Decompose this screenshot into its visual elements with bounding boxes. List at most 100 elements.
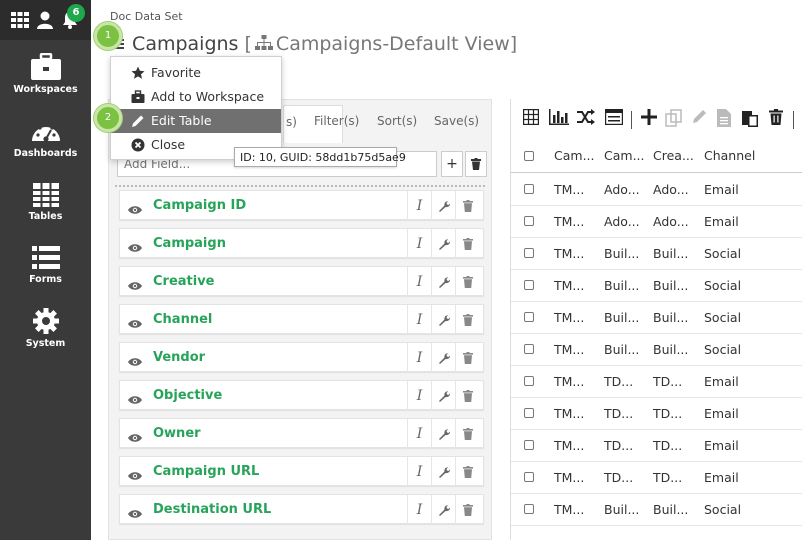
tab-sorts[interactable]: Sort(s)	[377, 114, 417, 128]
trash-icon[interactable]	[455, 267, 479, 297]
table-row[interactable]: TM... Buil... Buil... Social	[511, 494, 802, 526]
copy-record-icon[interactable]	[665, 109, 683, 131]
table-row[interactable]: TM... TD... TD... Email	[511, 366, 802, 398]
trash-icon[interactable]	[455, 381, 479, 411]
user-icon[interactable]	[36, 10, 56, 30]
field-name[interactable]: Objective	[153, 388, 222, 403]
eye-icon[interactable]	[128, 428, 142, 447]
field-name[interactable]: Owner	[153, 426, 201, 441]
select-all-checkbox[interactable]	[524, 151, 534, 161]
menu-item-favorite[interactable]: Favorite	[111, 61, 281, 85]
italic-format-icon[interactable]: I	[407, 267, 431, 297]
wrench-icon[interactable]	[431, 267, 455, 297]
field-row[interactable]: Objective I	[119, 380, 484, 411]
italic-format-icon[interactable]: I	[407, 381, 431, 411]
trash-icon[interactable]	[455, 191, 479, 221]
tab-saves[interactable]: Save(s)	[434, 114, 479, 128]
sidebar-item-system[interactable]: System	[0, 307, 91, 349]
row-checkbox[interactable]	[524, 216, 534, 226]
apps-grid-icon[interactable]	[10, 10, 30, 30]
tab-filters[interactable]: Filter(s)	[314, 114, 359, 128]
field-row[interactable]: Campaign I	[119, 228, 484, 259]
table-row[interactable]: TM... Buil... Buil... Social	[511, 238, 802, 270]
document-icon[interactable]	[717, 109, 731, 131]
italic-format-icon[interactable]: I	[407, 305, 431, 335]
eye-icon[interactable]	[128, 276, 142, 295]
sidebar-item-dashboards[interactable]: Dashboards	[0, 119, 91, 159]
trash-icon[interactable]	[455, 419, 479, 449]
italic-format-icon[interactable]: I	[407, 419, 431, 449]
column-header[interactable]: Cam...	[604, 148, 645, 163]
edit-record-icon[interactable]	[691, 109, 707, 129]
eye-icon[interactable]	[128, 466, 142, 485]
bar-chart-icon[interactable]	[549, 109, 569, 129]
eye-icon[interactable]	[128, 200, 142, 219]
delete-field-button[interactable]	[465, 151, 487, 177]
trash-icon[interactable]	[455, 457, 479, 487]
row-checkbox[interactable]	[524, 408, 534, 418]
table-row[interactable]: TM... Buil... Buil... Social	[511, 302, 802, 334]
italic-format-icon[interactable]: I	[407, 457, 431, 487]
italic-format-icon[interactable]: I	[407, 229, 431, 259]
eye-icon[interactable]	[128, 314, 142, 333]
grid-view-icon[interactable]	[522, 108, 540, 129]
italic-format-icon[interactable]: I	[407, 343, 431, 373]
table-row[interactable]: TM... Buil... Buil... Social	[511, 270, 802, 302]
field-row[interactable]: Vendor I	[119, 342, 484, 373]
field-name[interactable]: Campaign	[153, 236, 226, 251]
eye-icon[interactable]	[128, 238, 142, 257]
field-name[interactable]: Destination URL	[153, 502, 271, 517]
row-checkbox[interactable]	[524, 472, 534, 482]
trash-icon[interactable]	[455, 343, 479, 373]
field-row[interactable]: Campaign URL I	[119, 456, 484, 487]
field-row[interactable]: Campaign ID I	[119, 190, 484, 221]
field-name[interactable]: Campaign URL	[153, 464, 259, 479]
view-name[interactable]: Campaigns-Default View]	[276, 33, 517, 55]
delete-record-icon[interactable]	[769, 109, 783, 129]
table-row[interactable]: TM... TD... TD... Email	[511, 430, 802, 462]
wrench-icon[interactable]	[431, 457, 455, 487]
row-checkbox[interactable]	[524, 344, 534, 354]
field-row[interactable]: Channel I	[119, 304, 484, 335]
table-row[interactable]: TM... TD... TD... Email	[511, 398, 802, 430]
field-row[interactable]: Creative I	[119, 266, 484, 297]
field-name[interactable]: Campaign ID	[153, 198, 246, 213]
field-name[interactable]: Vendor	[153, 350, 205, 365]
row-checkbox[interactable]	[524, 280, 534, 290]
eye-icon[interactable]	[128, 504, 142, 523]
wrench-icon[interactable]	[431, 229, 455, 259]
italic-format-icon[interactable]: I	[407, 495, 431, 525]
table-row[interactable]: TM... Ado... Ado... Email	[511, 206, 802, 238]
add-record-icon[interactable]	[641, 109, 657, 129]
field-name[interactable]: Channel	[153, 312, 212, 327]
table-row[interactable]: TM... Ado... Ado... Email	[511, 174, 802, 206]
row-checkbox[interactable]	[524, 248, 534, 258]
wrench-icon[interactable]	[431, 305, 455, 335]
row-checkbox[interactable]	[524, 312, 534, 322]
row-checkbox[interactable]	[524, 376, 534, 386]
table-title[interactable]: Campaigns	[132, 33, 238, 55]
eye-icon[interactable]	[128, 390, 142, 409]
add-field-button[interactable]: +	[441, 151, 463, 177]
field-name[interactable]: Creative	[153, 274, 215, 289]
paste-icon[interactable]	[741, 109, 759, 131]
table-row[interactable]: TM... TD... TD... Email	[511, 462, 802, 494]
trash-icon[interactable]	[455, 305, 479, 335]
wrench-icon[interactable]	[431, 381, 455, 411]
field-row[interactable]: Destination URL I	[119, 494, 484, 525]
eye-icon[interactable]	[128, 352, 142, 371]
trash-icon[interactable]	[455, 229, 479, 259]
column-header[interactable]: Channel	[704, 148, 755, 163]
column-header[interactable]: Crea...	[653, 148, 694, 163]
wrench-icon[interactable]	[431, 495, 455, 525]
wrench-icon[interactable]	[431, 191, 455, 221]
row-checkbox[interactable]	[524, 504, 534, 514]
wrench-icon[interactable]	[431, 343, 455, 373]
trash-icon[interactable]	[455, 495, 479, 525]
breadcrumb[interactable]: Doc Data Set	[110, 10, 183, 23]
column-header[interactable]: Cam...	[554, 148, 595, 163]
table-row[interactable]: TM... Buil... Buil... Social	[511, 334, 802, 366]
field-row[interactable]: Owner I	[119, 418, 484, 449]
form-view-icon[interactable]	[604, 108, 624, 129]
row-checkbox[interactable]	[524, 440, 534, 450]
